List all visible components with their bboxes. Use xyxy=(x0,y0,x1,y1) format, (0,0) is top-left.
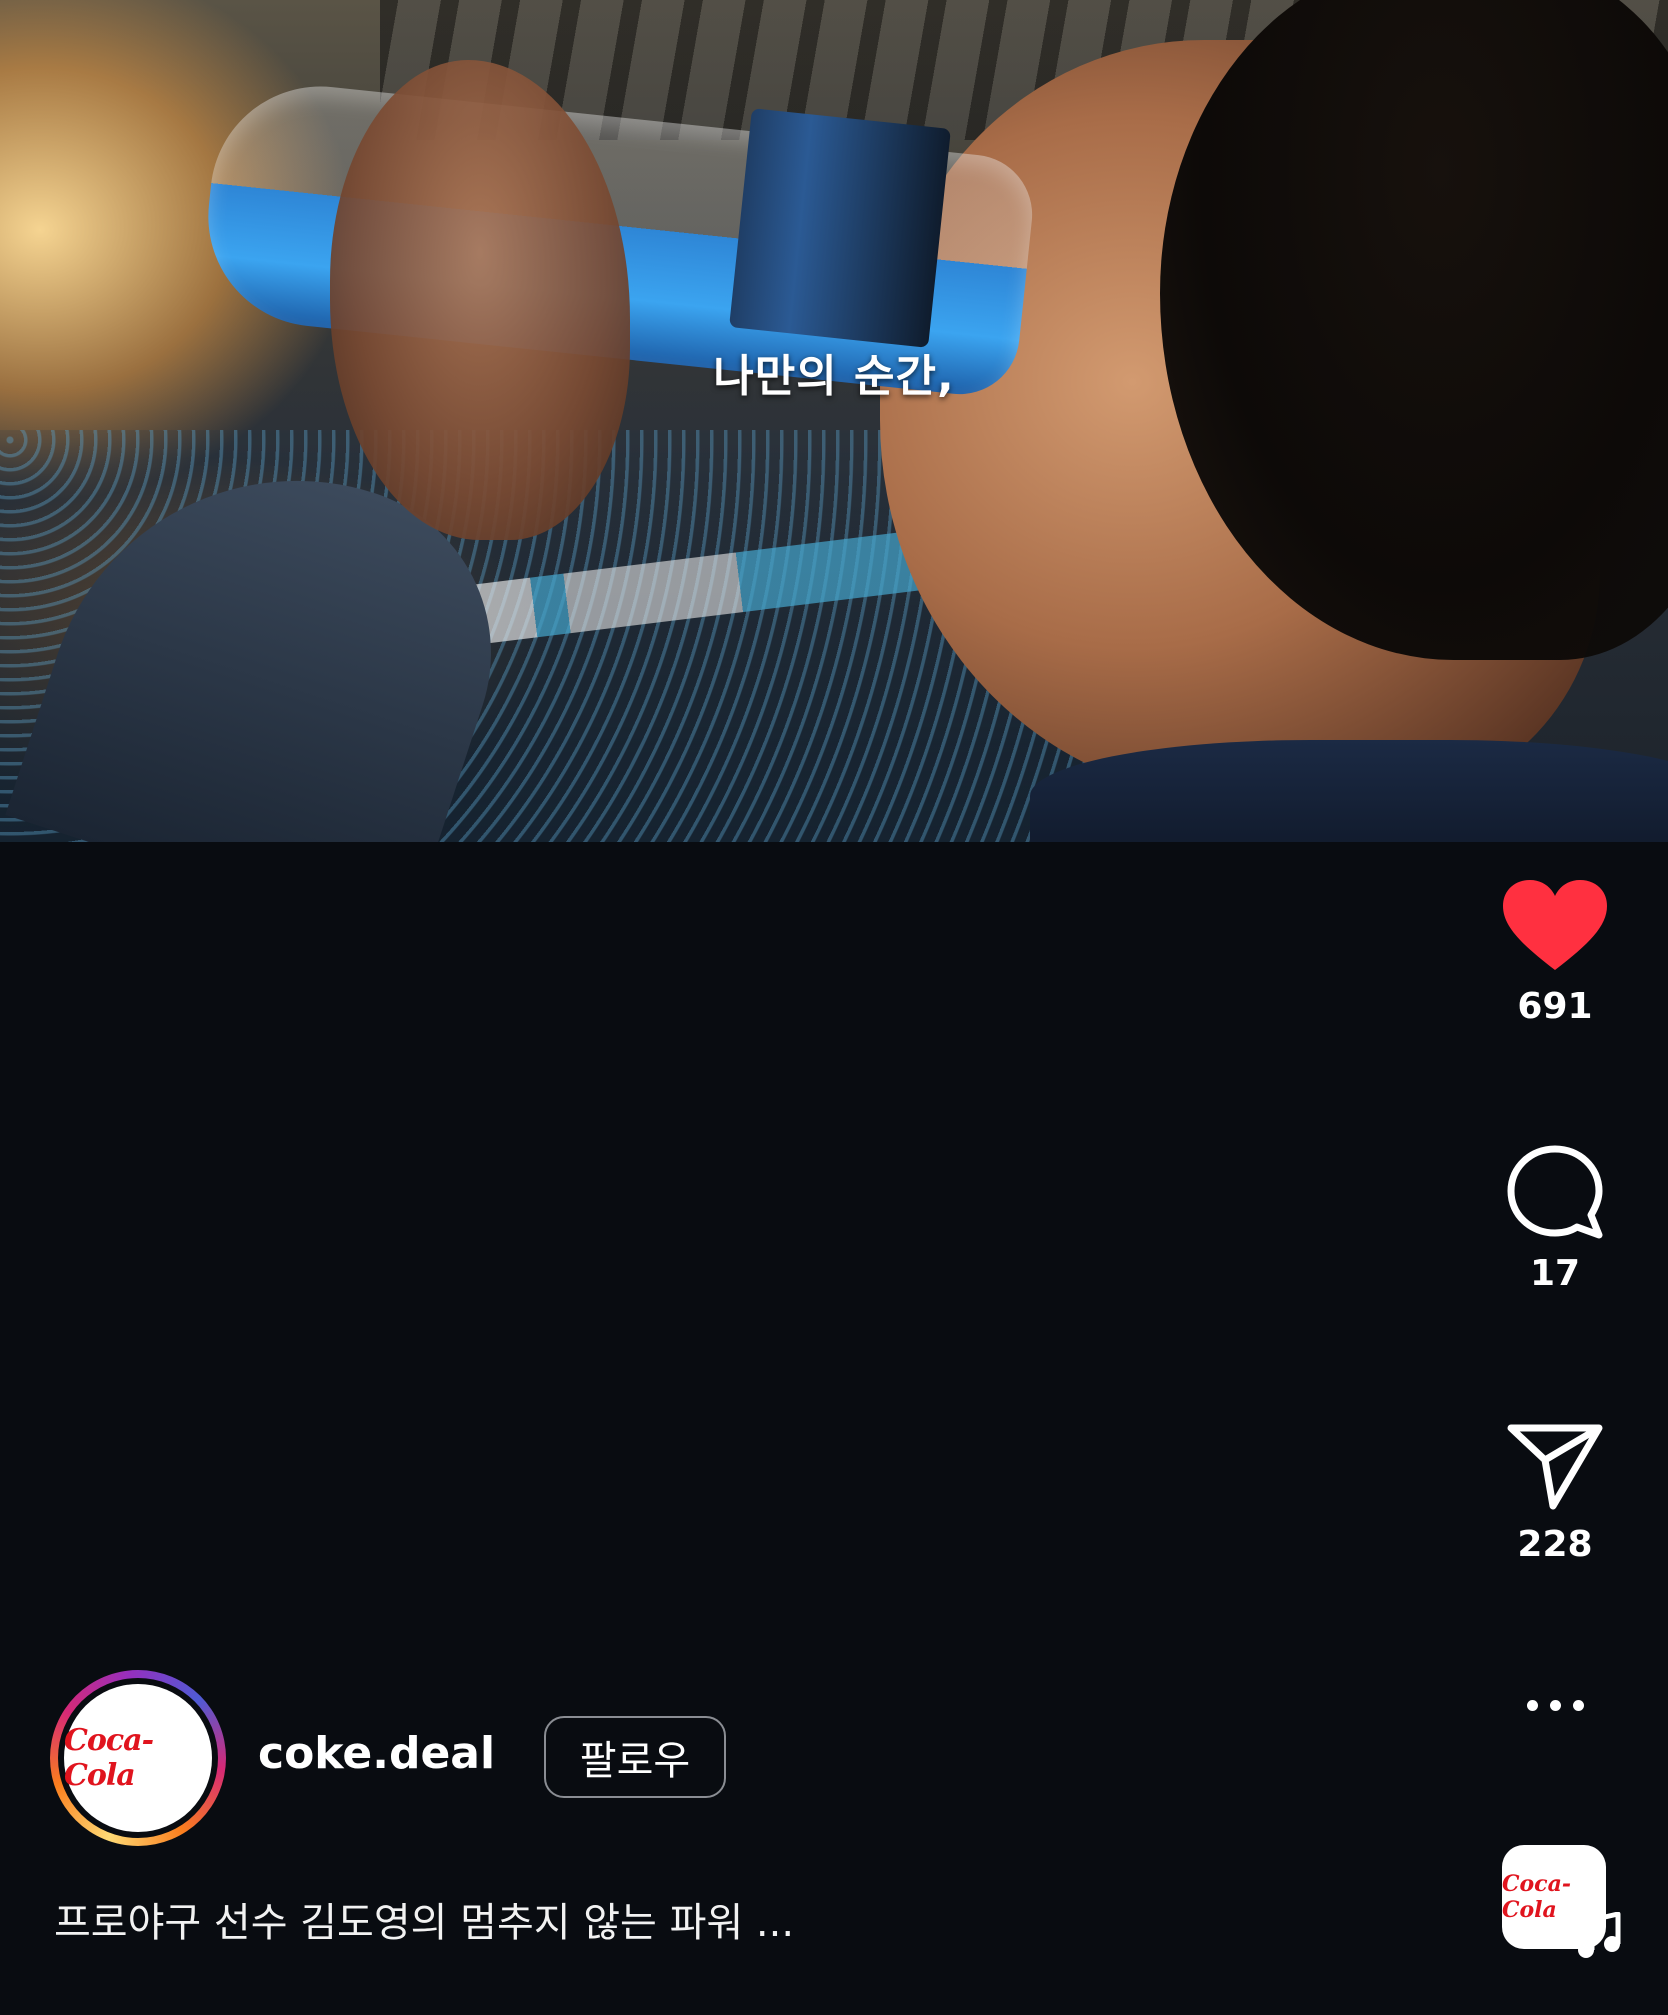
music-note-icon xyxy=(1578,1912,1621,1958)
avatar-logo: Coca-Cola xyxy=(64,1723,154,1793)
heart-filled-icon[interactable] xyxy=(1501,878,1609,974)
reels-screen: 나만의 순간, 691 17 228 Coca-Cola Coca-Cola c… xyxy=(0,0,1668,2015)
share-action: 228 xyxy=(1490,1420,1620,1565)
post-caption[interactable]: 프로야구 선수 김도영의 멈추지 않는 파워 ... xyxy=(54,1890,794,1948)
reel-video[interactable]: 나만의 순간, xyxy=(0,0,1668,842)
like-action: 691 xyxy=(1490,878,1620,1027)
bottle-label xyxy=(729,108,951,348)
author-username[interactable]: coke.deal xyxy=(258,1728,495,1779)
follow-button[interactable]: 팔로우 xyxy=(544,1716,726,1798)
like-count: 691 xyxy=(1517,986,1593,1027)
send-icon[interactable] xyxy=(1507,1420,1603,1512)
share-count: 228 xyxy=(1517,1524,1593,1565)
avatar: Coca-Cola xyxy=(64,1684,212,1832)
player-collar xyxy=(1030,740,1668,842)
author-avatar-ring[interactable]: Coca-Cola xyxy=(50,1670,226,1846)
comment-icon[interactable] xyxy=(1507,1145,1603,1241)
comment-action: 17 xyxy=(1490,1145,1620,1294)
more-dots-icon[interactable] xyxy=(1490,1700,1620,1711)
avatar-gap: Coca-Cola xyxy=(58,1678,218,1838)
video-subtitle: 나만의 순간, xyxy=(713,351,955,402)
more-action xyxy=(1490,1700,1620,1711)
comment-count: 17 xyxy=(1529,1253,1581,1294)
